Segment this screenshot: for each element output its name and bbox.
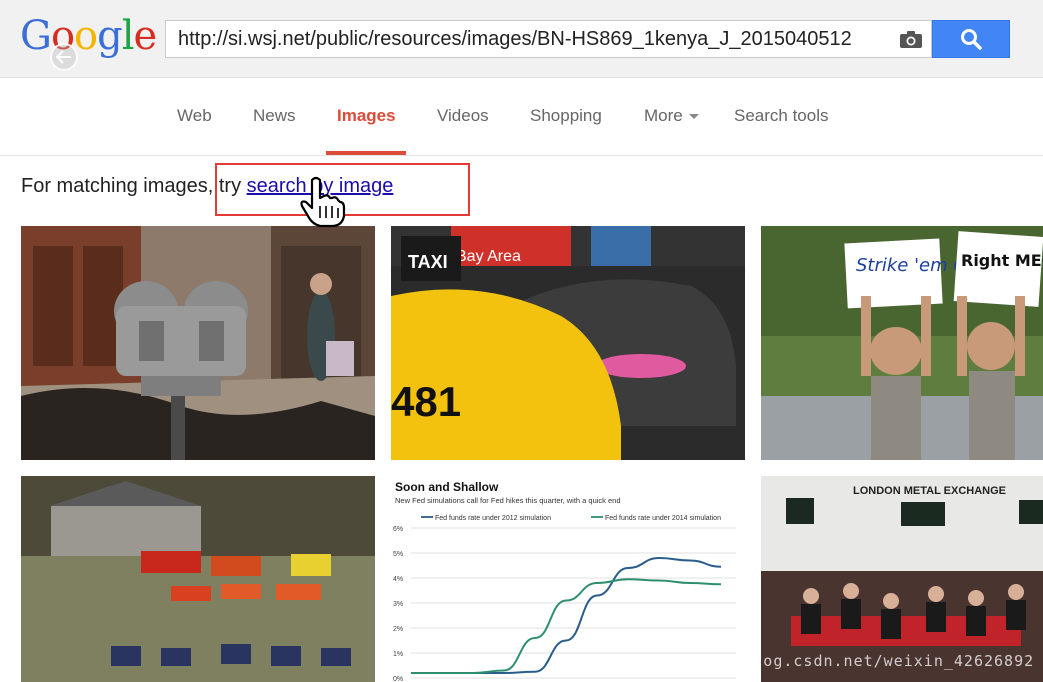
chart-legend-label: Fed funds rate under 2014 simulation [605, 515, 721, 522]
taxi-billboard-text: Bay Area [456, 248, 521, 265]
lme-sign-text: LONDON METAL EXCHANGE [853, 485, 1006, 497]
google-logo[interactable]: Google [20, 14, 157, 58]
results-area: For matching images, try search by image [0, 156, 1043, 682]
search-nav: Web News Images Videos Shopping More Sea… [0, 78, 1043, 156]
chart-ytick-label: 6% [393, 526, 403, 533]
result-image-parking-meter[interactable] [21, 226, 375, 460]
chart-ytick-label: 2% [393, 626, 403, 633]
chart-legend-label: Fed funds rate under 2012 simulation [435, 515, 551, 522]
top-bar: Google [0, 0, 1043, 78]
chart-ytick-label: 1% [393, 651, 403, 658]
search-input[interactable] [178, 22, 893, 56]
tab-shopping[interactable]: Shopping [530, 106, 602, 126]
result-image-taxi[interactable]: Bay Area TAXI 481 [391, 226, 745, 460]
sign-right-text: Right MEOW [961, 251, 1043, 270]
tab-more[interactable]: More [644, 106, 699, 126]
tab-news[interactable]: News [253, 106, 296, 126]
tab-videos[interactable]: Videos [437, 106, 489, 126]
back-arrow-icon[interactable] [50, 43, 78, 71]
chevron-down-icon [688, 114, 699, 120]
chart-ytick-label: 0% [393, 676, 403, 682]
tab-more-label: More [644, 106, 683, 125]
hand-pointer-cursor-icon [300, 176, 346, 228]
search-box[interactable] [165, 20, 932, 58]
tab-images[interactable]: Images [337, 106, 396, 126]
chart-ytick-label: 3% [393, 601, 403, 608]
chart-ytick-label: 5% [393, 551, 403, 558]
hint-text: For matching images, try [21, 175, 247, 197]
taxi-roof-sign: TAXI [408, 252, 448, 272]
chart-ytick-label: 4% [393, 576, 403, 583]
search-button[interactable] [932, 20, 1010, 58]
taxi-number: 481 [391, 378, 461, 425]
chart-title: Soon and Shallow [395, 480, 499, 494]
result-image-protest-signs[interactable]: Strike 'em OUT!! Right MEOW [761, 226, 1043, 460]
tab-web[interactable]: Web [177, 106, 212, 126]
camera-icon[interactable] [899, 31, 923, 49]
search-icon [961, 29, 982, 50]
result-image-crash-site[interactable] [21, 476, 375, 682]
watermark: https://blog.csdn.net/weixin_42626892 [663, 652, 1035, 670]
chart-subtitle: New Fed simulations call for Fed hikes t… [395, 496, 621, 505]
active-tab-indicator [326, 151, 406, 155]
tab-search-tools[interactable]: Search tools [734, 106, 829, 126]
